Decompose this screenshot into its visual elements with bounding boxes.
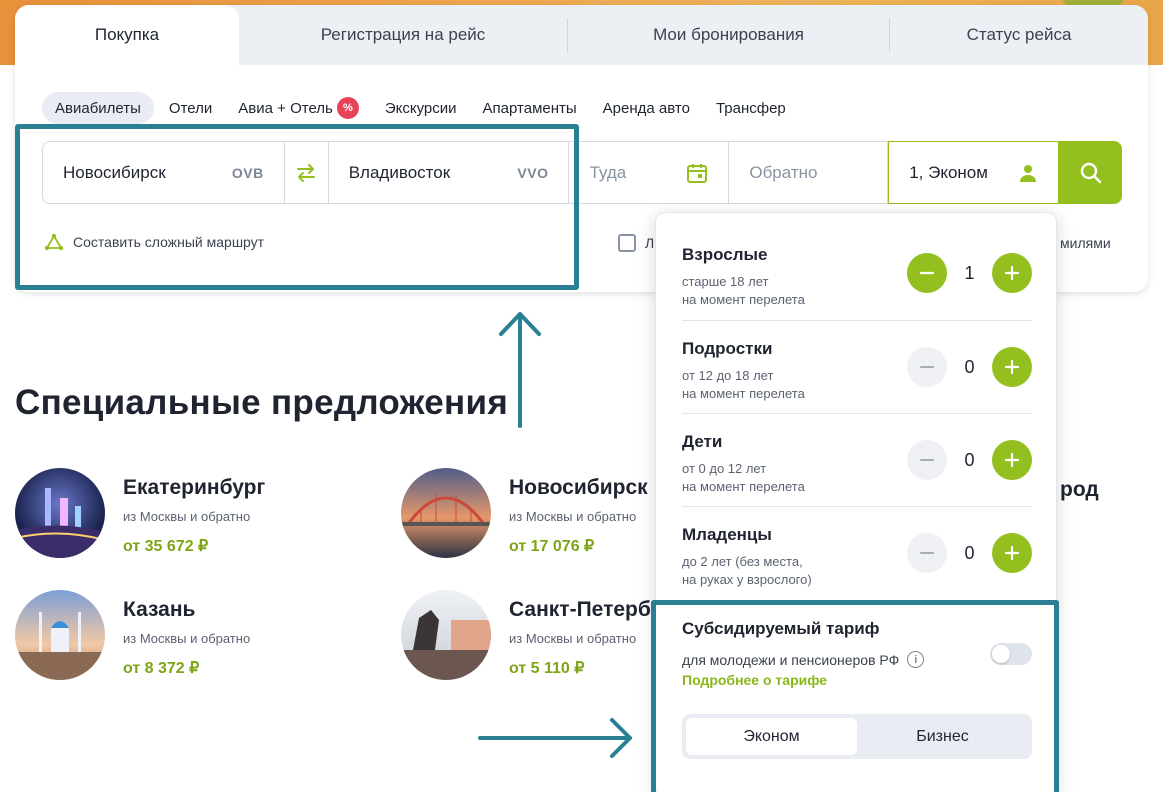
miles-label: милями	[1060, 235, 1111, 251]
plus-icon	[1004, 545, 1020, 561]
departure-date-placeholder: Туда	[589, 162, 627, 182]
passenger-count: 0	[964, 356, 975, 377]
passengers-field[interactable]: 1, Эконом	[888, 141, 1060, 204]
offer-city: Казань	[123, 598, 196, 621]
passenger-counter: 1	[907, 253, 1032, 293]
highlight-box-route	[15, 124, 579, 290]
discount-badge: %	[336, 97, 359, 119]
increment-button[interactable]	[992, 533, 1032, 573]
offer-city: Екатеринбург	[123, 476, 266, 499]
person-icon	[1020, 164, 1037, 182]
minus-icon	[920, 366, 934, 368]
passengers-summary: 1, Эконом	[909, 162, 988, 182]
passenger-counter: 0	[907, 440, 1032, 480]
passenger-count: 1	[964, 262, 975, 283]
passenger-desc-line: на руках у взрослого)	[682, 572, 812, 587]
passenger-row-infants: Младенцы до 2 лет (без места, на руках у …	[682, 525, 1032, 605]
offer-price: от 35 672 ₽	[123, 538, 209, 555]
search-icon	[1080, 162, 1101, 183]
offer-route: из Москвы и обратно	[509, 509, 637, 524]
passenger-desc-line: на момент перелета	[682, 292, 805, 307]
subtab-car-rental[interactable]: Аренда авто	[590, 92, 703, 124]
return-date-placeholder: Обратно	[749, 162, 818, 182]
subtab-flights[interactable]: Авиабилеты	[42, 92, 154, 124]
offer-city-partial: род	[1060, 478, 1099, 501]
offer-price: от 17 076 ₽	[509, 538, 595, 555]
city-photo	[401, 590, 491, 680]
calendar-icon	[687, 163, 708, 183]
subtab-flight-hotel[interactable]: Авиа + Отель%	[225, 92, 372, 124]
increment-button[interactable]	[992, 253, 1032, 293]
passenger-desc-line: на момент перелета	[682, 386, 805, 401]
option-checkbox[interactable]	[618, 234, 636, 252]
tab-check-in[interactable]: Регистрация на рейс	[239, 5, 567, 65]
minus-icon	[920, 459, 934, 461]
city-photo	[15, 468, 105, 558]
increment-button[interactable]	[992, 440, 1032, 480]
offer-route: из Москвы и обратно	[123, 509, 251, 524]
passenger-desc-line: на момент перелета	[682, 479, 805, 494]
tab-flight-status[interactable]: Статус рейса	[890, 5, 1148, 65]
subtab-flight-hotel-label: Авиа + Отель	[238, 99, 333, 117]
passenger-row-teens: Подростки от 12 до 18 лет на момент перел…	[682, 339, 1032, 414]
section-title: Специальные предложения	[15, 383, 509, 422]
minus-icon	[919, 271, 935, 275]
plus-icon	[1004, 452, 1020, 468]
offer-card[interactable]: Казань из Москвы и обратно от 8 372 ₽	[15, 590, 250, 680]
passenger-count: 0	[964, 449, 975, 470]
passenger-count: 0	[964, 542, 975, 563]
decrement-button[interactable]	[907, 347, 947, 387]
return-date-field[interactable]: Обратно	[729, 141, 889, 204]
passenger-counter: 0	[907, 347, 1032, 387]
decrement-button[interactable]	[907, 440, 947, 480]
plus-icon	[1004, 359, 1020, 375]
subtab-excursions[interactable]: Экскурсии	[372, 92, 470, 124]
plus-icon	[1004, 265, 1020, 281]
decrement-button[interactable]	[907, 533, 947, 573]
highlight-box-subsidy	[651, 600, 1059, 792]
offer-card[interactable]: Санкт-Петербург из Москвы и обратно от 5…	[401, 590, 684, 680]
tab-purchase[interactable]: Покупка	[15, 5, 239, 65]
subtab-apartments[interactable]: Апартаменты	[470, 92, 590, 124]
product-tabs: Авиабилеты Отели Авиа + Отель% Экскурсии…	[42, 92, 799, 124]
main-tabs: Покупка Регистрация на рейс Мои брониров…	[15, 5, 1148, 65]
passenger-row-adults: Взрослые старше 18 лет на момент перелета…	[682, 245, 1032, 321]
city-photo	[401, 468, 491, 558]
subtab-transfer[interactable]: Трансфер	[703, 92, 799, 124]
offer-price: от 8 372 ₽	[123, 660, 200, 677]
offer-city: Новосибирск	[509, 476, 648, 499]
city-photo	[15, 590, 105, 680]
option-checkbox-label: Л	[645, 235, 655, 251]
arrow-right-annotation	[478, 718, 632, 758]
offer-route: из Москвы и обратно	[123, 631, 251, 646]
passenger-counter: 0	[907, 533, 1032, 573]
subtab-hotels[interactable]: Отели	[156, 92, 225, 124]
minus-icon	[920, 552, 934, 554]
passenger-row-children: Дети от 0 до 12 лет на момент перелета 0	[682, 432, 1032, 507]
offer-card[interactable]: Новосибирск из Москвы и обратно от 17 07…	[401, 468, 648, 558]
increment-button[interactable]	[992, 347, 1032, 387]
departure-date-field[interactable]: Туда	[569, 141, 730, 204]
offer-card[interactable]: Екатеринбург из Москвы и обратно от 35 6…	[15, 468, 265, 558]
decrement-button[interactable]	[907, 253, 947, 293]
tab-my-bookings[interactable]: Мои бронирования	[568, 5, 889, 65]
search-button[interactable]	[1059, 141, 1122, 204]
